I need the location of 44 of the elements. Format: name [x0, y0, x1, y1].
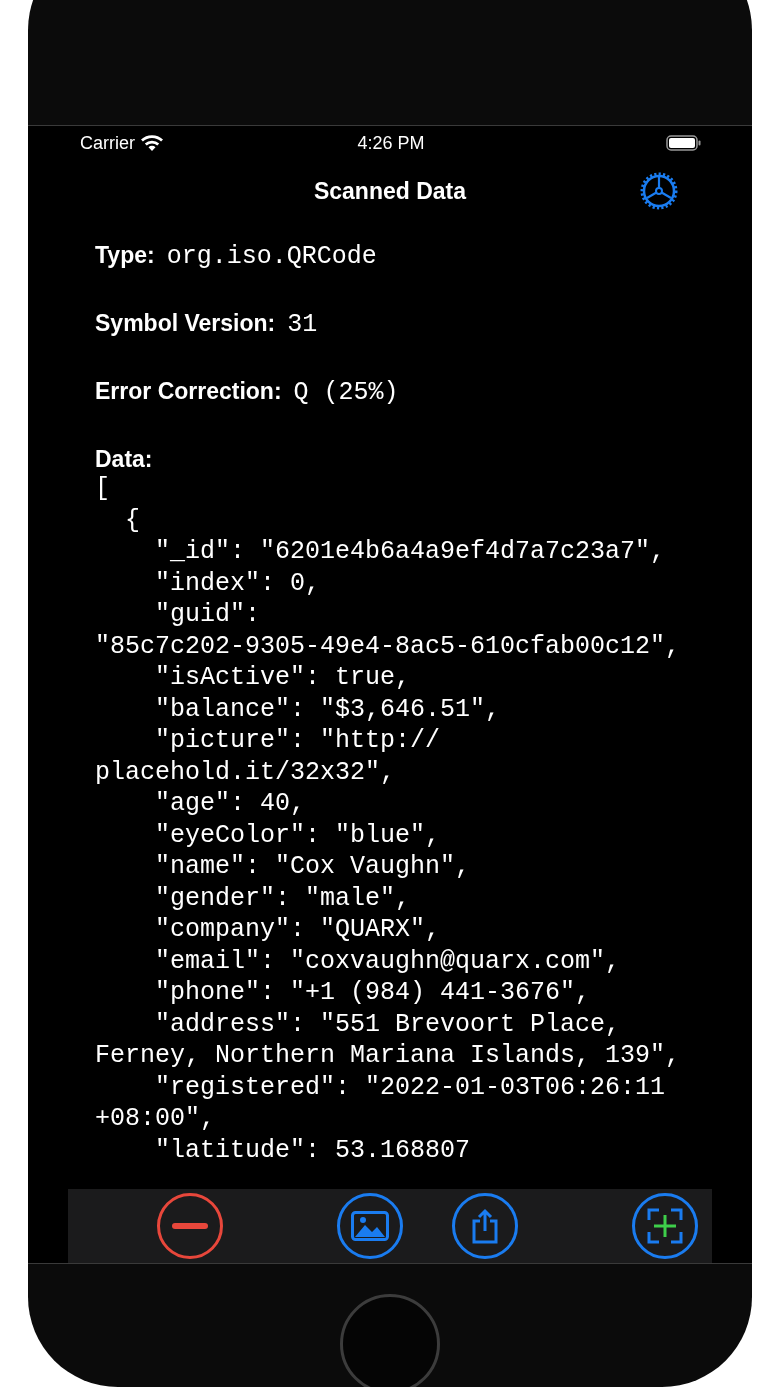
data-text-line: "age": 40, [154, 788, 307, 820]
wifi-icon [141, 135, 163, 151]
field-label: Error Correction: [95, 378, 282, 405]
field-value: org.iso.QRCode [166, 242, 377, 271]
settings-button[interactable] [640, 172, 678, 210]
data-text-line: "phone": "+1 (984) 441-3676", [154, 977, 592, 1009]
clock-time: 4:26 PM [357, 132, 425, 154]
scan-icon [647, 1208, 683, 1244]
photo-button[interactable] [337, 1193, 403, 1259]
data-label: Data: [95, 446, 154, 473]
data-text-line: "_id": "6201e4b6a4a9ef4d7a7c23a7", [154, 536, 667, 568]
field-label: Symbol Version: [95, 310, 276, 337]
share-button[interactable] [452, 1193, 518, 1259]
data-text-line: [ [95, 473, 111, 505]
field-value: 31 [287, 310, 318, 339]
data-text-line: "balance": "$3,646.51", [154, 693, 502, 725]
data-text-line: "85c7c202-9305-49e4-8ac5-610cfab00c12", [95, 630, 682, 662]
data-text-line: "email": "coxvaughn@quarx.com", [154, 945, 622, 977]
field-label: Type: [95, 242, 155, 269]
data-text-line: "gender": "male", [154, 882, 412, 914]
share-icon [470, 1208, 500, 1244]
data-text-line: { [124, 504, 141, 536]
remove-button[interactable] [157, 1193, 223, 1259]
data-text-line: "company": "QUARX", [154, 914, 442, 946]
data-text-line: "latitude": 53.168807 [154, 1134, 472, 1166]
field-value: Q (25%) [293, 378, 399, 407]
data-text-line: "address": "551 Brevoort Place, [154, 1008, 622, 1040]
data-text-line: "picture": "http:// [154, 725, 442, 757]
settings-icon [640, 172, 678, 210]
scan-button[interactable] [632, 1193, 698, 1259]
data-text-line: "name": "Cox Vaughn", [154, 851, 472, 883]
data-text-line: "index": 0, [154, 567, 322, 599]
battery-icon [666, 135, 702, 151]
screen-title: Scanned Data [313, 177, 467, 205]
carrier-label: Carrier [80, 132, 135, 154]
minus-icon [172, 1223, 208, 1229]
data-text-line: "isActive": true, [154, 662, 412, 694]
data-text-line: +08:00", [95, 1103, 217, 1135]
data-text-line: "guid": [154, 599, 262, 631]
image-icon [351, 1211, 389, 1241]
data-text-line: Ferney, Northern Mariana Islands, 139", [95, 1040, 682, 1072]
data-text-line: "registered": "2022-01-03T06:26:11 [154, 1071, 667, 1103]
data-text-line: "eyeColor": "blue", [154, 819, 442, 851]
data-text-line: placehold.it/32x32", [95, 756, 397, 788]
